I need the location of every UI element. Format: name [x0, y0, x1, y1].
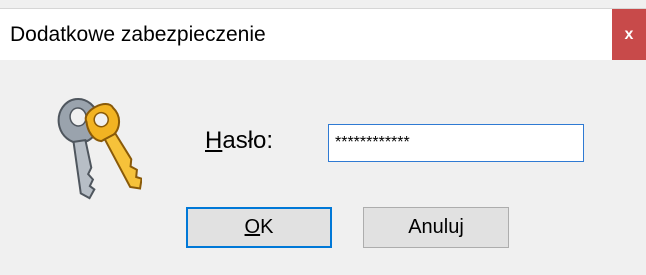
ok-text: K [260, 216, 274, 238]
password-label-accel: H [205, 127, 223, 154]
close-button[interactable]: x [612, 9, 646, 60]
ok-button[interactable]: OK [186, 207, 332, 248]
cancel-accel: j [459, 216, 464, 238]
title-bar[interactable]: Dodatkowe zabezpieczenie x [0, 9, 646, 60]
dialog-window: Dodatkowe zabezpieczenie x Hasło: OK Anu… [0, 0, 646, 275]
cancel-button[interactable]: Anulu j [363, 207, 509, 248]
window-title: Dodatkowe zabezpieczenie [10, 23, 266, 46]
password-label-text: asło: [222, 127, 274, 154]
password-input[interactable] [328, 124, 584, 162]
close-icon: x [624, 25, 634, 43]
password-label: Hasło: [205, 127, 273, 155]
dialog-body: Hasło: OK Anuluj [0, 60, 646, 275]
ok-accel: O [244, 216, 261, 238]
keys-icon [57, 97, 142, 200]
cancel-text: Anulu [408, 216, 460, 238]
